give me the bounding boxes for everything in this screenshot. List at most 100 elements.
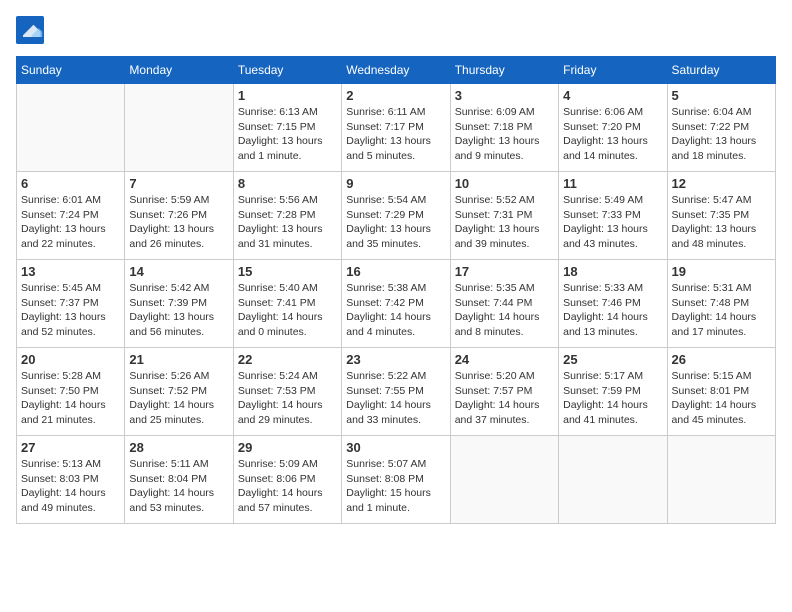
calendar-cell: 26Sunrise: 5:15 AM Sunset: 8:01 PM Dayli… (667, 348, 775, 436)
day-number: 10 (455, 176, 554, 191)
day-info: Sunrise: 5:20 AM Sunset: 7:57 PM Dayligh… (455, 369, 554, 428)
day-number: 2 (346, 88, 445, 103)
day-number: 19 (672, 264, 771, 279)
day-info: Sunrise: 5:59 AM Sunset: 7:26 PM Dayligh… (129, 193, 228, 252)
calendar-cell: 6 Sunrise: 6:01 AM Sunset: 7:24 PM Daylig… (17, 172, 125, 260)
calendar-cell: 4 Sunrise: 6:06 AM Sunset: 7:20 PM Daylig… (559, 84, 667, 172)
day-info: Sunrise: 6:09 AM Sunset: 7:18 PM Dayligh… (455, 105, 554, 164)
day-info: Sunrise: 6:04 AM Sunset: 7:22 PM Dayligh… (672, 105, 771, 164)
day-info: Sunrise: 6:13 AM Sunset: 7:15 PM Dayligh… (238, 105, 337, 164)
calendar-cell: 7 Sunrise: 5:59 AM Sunset: 7:26 PM Daylig… (125, 172, 233, 260)
calendar-cell: 3 Sunrise: 6:09 AM Sunset: 7:18 PM Daylig… (450, 84, 558, 172)
day-number: 23 (346, 352, 445, 367)
day-info: Sunrise: 6:01 AM Sunset: 7:24 PM Dayligh… (21, 193, 120, 252)
calendar-cell (559, 436, 667, 524)
column-header-wednesday: Wednesday (342, 57, 450, 84)
day-number: 30 (346, 440, 445, 455)
day-info: Sunrise: 5:07 AM Sunset: 8:08 PM Dayligh… (346, 457, 445, 516)
calendar-table: SundayMondayTuesdayWednesdayThursdayFrid… (16, 56, 776, 524)
day-number: 25 (563, 352, 662, 367)
calendar-cell: 30 Sunrise: 5:07 AM Sunset: 8:08 PM Dayli… (342, 436, 450, 524)
calendar-cell: 19 Sunrise: 5:31 AM Sunset: 7:48 PM Dayli… (667, 260, 775, 348)
calendar-cell: 10 Sunrise: 5:52 AM Sunset: 7:31 PM Dayli… (450, 172, 558, 260)
day-number: 24 (455, 352, 554, 367)
day-info: Sunrise: 5:13 AM Sunset: 8:03 PM Dayligh… (21, 457, 120, 516)
logo-icon (16, 16, 44, 44)
day-number: 18 (563, 264, 662, 279)
calendar-cell: 2 Sunrise: 6:11 AM Sunset: 7:17 PM Daylig… (342, 84, 450, 172)
column-header-sunday: Sunday (17, 57, 125, 84)
day-number: 20 (21, 352, 120, 367)
calendar-header-row: SundayMondayTuesdayWednesdayThursdayFrid… (17, 57, 776, 84)
calendar-cell: 11 Sunrise: 5:49 AM Sunset: 7:33 PM Dayli… (559, 172, 667, 260)
day-number: 4 (563, 88, 662, 103)
calendar-cell: 15 Sunrise: 5:40 AM Sunset: 7:41 PM Dayli… (233, 260, 341, 348)
day-number: 11 (563, 176, 662, 191)
column-header-saturday: Saturday (667, 57, 775, 84)
calendar-cell: 29 Sunrise: 5:09 AM Sunset: 8:06 PM Dayli… (233, 436, 341, 524)
day-number: 6 (21, 176, 120, 191)
calendar-cell: 17 Sunrise: 5:35 AM Sunset: 7:44 PM Dayli… (450, 260, 558, 348)
calendar-cell: 13 Sunrise: 5:45 AM Sunset: 7:37 PM Dayli… (17, 260, 125, 348)
day-info: Sunrise: 5:47 AM Sunset: 7:35 PM Dayligh… (672, 193, 771, 252)
calendar-cell: 25 Sunrise: 5:17 AM Sunset: 7:59 PM Dayli… (559, 348, 667, 436)
week-row-1: 1 Sunrise: 6:13 AM Sunset: 7:15 PM Daylig… (17, 84, 776, 172)
day-number: 26 (672, 352, 771, 367)
day-number: 15 (238, 264, 337, 279)
day-number: 29 (238, 440, 337, 455)
calendar-cell (667, 436, 775, 524)
calendar-cell: 27 Sunrise: 5:13 AM Sunset: 8:03 PM Dayli… (17, 436, 125, 524)
calendar-cell: 18 Sunrise: 5:33 AM Sunset: 7:46 PM Dayli… (559, 260, 667, 348)
week-row-2: 6 Sunrise: 6:01 AM Sunset: 7:24 PM Daylig… (17, 172, 776, 260)
day-number: 14 (129, 264, 228, 279)
day-info: Sunrise: 5:26 AM Sunset: 7:52 PM Dayligh… (129, 369, 228, 428)
day-info: Sunrise: 5:28 AM Sunset: 7:50 PM Dayligh… (21, 369, 120, 428)
column-header-thursday: Thursday (450, 57, 558, 84)
calendar-cell: 20 Sunrise: 5:28 AM Sunset: 7:50 PM Dayli… (17, 348, 125, 436)
week-row-3: 13 Sunrise: 5:45 AM Sunset: 7:37 PM Dayli… (17, 260, 776, 348)
week-row-5: 27 Sunrise: 5:13 AM Sunset: 8:03 PM Dayli… (17, 436, 776, 524)
day-number: 21 (129, 352, 228, 367)
day-number: 3 (455, 88, 554, 103)
day-info: Sunrise: 5:31 AM Sunset: 7:48 PM Dayligh… (672, 281, 771, 340)
calendar-cell: 23 Sunrise: 5:22 AM Sunset: 7:55 PM Dayli… (342, 348, 450, 436)
calendar-cell (17, 84, 125, 172)
day-info: Sunrise: 5:54 AM Sunset: 7:29 PM Dayligh… (346, 193, 445, 252)
calendar-cell: 12 Sunrise: 5:47 AM Sunset: 7:35 PM Dayli… (667, 172, 775, 260)
calendar-cell: 24 Sunrise: 5:20 AM Sunset: 7:57 PM Dayli… (450, 348, 558, 436)
day-info: Sunrise: 5:11 AM Sunset: 8:04 PM Dayligh… (129, 457, 228, 516)
calendar-cell: 9 Sunrise: 5:54 AM Sunset: 7:29 PM Daylig… (342, 172, 450, 260)
day-info: Sunrise: 5:45 AM Sunset: 7:37 PM Dayligh… (21, 281, 120, 340)
day-number: 12 (672, 176, 771, 191)
calendar-cell: 28 Sunrise: 5:11 AM Sunset: 8:04 PM Dayli… (125, 436, 233, 524)
day-number: 1 (238, 88, 337, 103)
column-header-monday: Monday (125, 57, 233, 84)
day-number: 16 (346, 264, 445, 279)
calendar-cell: 1 Sunrise: 6:13 AM Sunset: 7:15 PM Daylig… (233, 84, 341, 172)
calendar-cell: 16 Sunrise: 5:38 AM Sunset: 7:42 PM Dayli… (342, 260, 450, 348)
day-info: Sunrise: 5:35 AM Sunset: 7:44 PM Dayligh… (455, 281, 554, 340)
day-info: Sunrise: 5:22 AM Sunset: 7:55 PM Dayligh… (346, 369, 445, 428)
day-info: Sunrise: 6:11 AM Sunset: 7:17 PM Dayligh… (346, 105, 445, 164)
day-info: Sunrise: 5:38 AM Sunset: 7:42 PM Dayligh… (346, 281, 445, 340)
day-number: 7 (129, 176, 228, 191)
day-info: Sunrise: 5:24 AM Sunset: 7:53 PM Dayligh… (238, 369, 337, 428)
day-number: 8 (238, 176, 337, 191)
day-info: Sunrise: 5:40 AM Sunset: 7:41 PM Dayligh… (238, 281, 337, 340)
day-number: 28 (129, 440, 228, 455)
column-header-tuesday: Tuesday (233, 57, 341, 84)
day-number: 17 (455, 264, 554, 279)
calendar-cell: 14Sunrise: 5:42 AM Sunset: 7:39 PM Dayli… (125, 260, 233, 348)
column-header-friday: Friday (559, 57, 667, 84)
calendar-cell: 22Sunrise: 5:24 AM Sunset: 7:53 PM Dayli… (233, 348, 341, 436)
day-info: Sunrise: 6:06 AM Sunset: 7:20 PM Dayligh… (563, 105, 662, 164)
day-number: 13 (21, 264, 120, 279)
day-number: 9 (346, 176, 445, 191)
day-number: 27 (21, 440, 120, 455)
day-info: Sunrise: 5:49 AM Sunset: 7:33 PM Dayligh… (563, 193, 662, 252)
day-info: Sunrise: 5:33 AM Sunset: 7:46 PM Dayligh… (563, 281, 662, 340)
day-info: Sunrise: 5:09 AM Sunset: 8:06 PM Dayligh… (238, 457, 337, 516)
day-info: Sunrise: 5:17 AM Sunset: 7:59 PM Dayligh… (563, 369, 662, 428)
day-info: Sunrise: 5:52 AM Sunset: 7:31 PM Dayligh… (455, 193, 554, 252)
page-header (16, 16, 776, 44)
